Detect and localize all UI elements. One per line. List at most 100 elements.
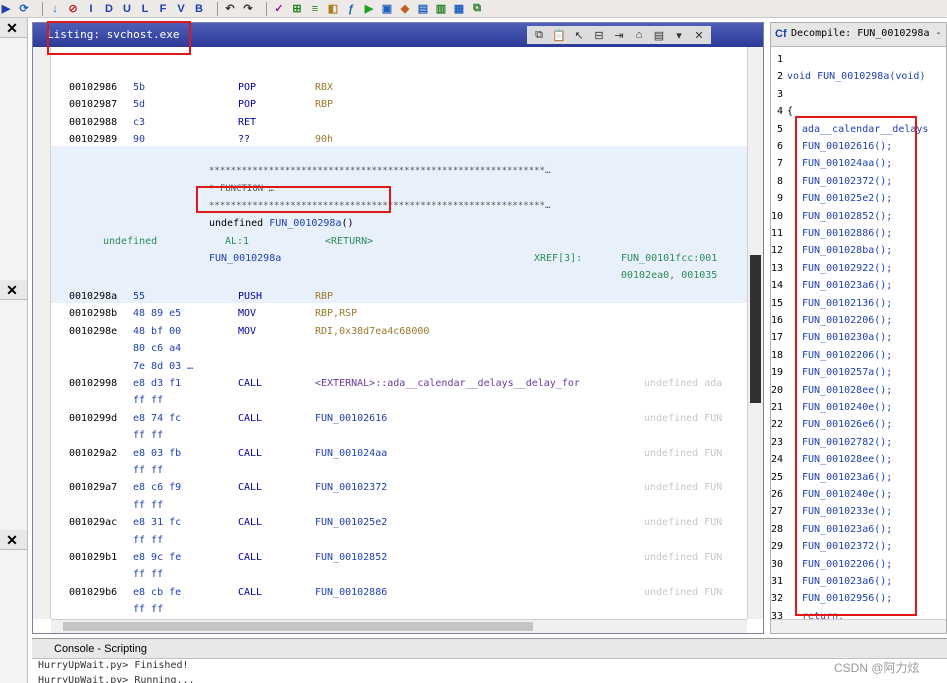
listing-toolbar-button-8[interactable]: ✕ — [691, 27, 707, 43]
close-icon[interactable]: ✕ — [2, 281, 22, 299]
toolbar-button-16[interactable]: ◧ — [327, 1, 339, 17]
close-icon[interactable]: ✕ — [2, 531, 22, 549]
listing-row[interactable]: 001029b6 e8 cb fe CALL FUN_00102886 undefine… — [33, 584, 747, 601]
function-label[interactable]: FUN_0010298a — [209, 253, 281, 264]
toolbar-button-2[interactable]: ↓ — [49, 1, 61, 17]
signature[interactable]: undefined FUN_0010298a() — [209, 218, 354, 229]
row-operand[interactable]: FUN_001025e2 — [315, 514, 387, 531]
row-address: 00102988 — [69, 116, 118, 128]
listing-row[interactable]: 0010298a 55 PUSH RBP — [33, 288, 747, 305]
listing-toolbar-button-2[interactable]: ↖ — [571, 27, 587, 43]
listing-row[interactable]: 001029ac e8 31 fc CALL FUN_001025e2 undefine… — [33, 514, 747, 531]
listing-row[interactable]: 00102998 e8 d3 f1 CALL <EXTERNAL>::ada__cal… — [33, 375, 747, 392]
toolbar-button-21[interactable]: ▤ — [417, 1, 429, 17]
listing-row[interactable]: 00102986 5b POP RBX — [33, 79, 747, 96]
toolbar-button-9[interactable]: V — [175, 1, 187, 17]
row-operand[interactable]: FUN_00102886 — [315, 584, 387, 601]
toolbar-button-8[interactable]: F — [157, 1, 169, 17]
scrollbar-thumb[interactable] — [750, 255, 761, 403]
decompile-line[interactable]: 1 — [771, 51, 946, 68]
toolbar-button-12[interactable]: ↷ — [242, 1, 254, 17]
toolbar-button-5[interactable]: D — [103, 1, 115, 17]
toolbar-button-20[interactable]: ◆ — [399, 1, 411, 17]
toolbar-button-23[interactable]: ▦ — [453, 1, 465, 17]
listing-toolbar-button-1[interactable]: 📋 — [551, 27, 567, 43]
row-bytes: ff ff — [133, 569, 164, 581]
listing-row[interactable]: 0010298b 48 89 e5 MOV RBP,RSP — [33, 305, 747, 322]
listing-toolbar-button-4[interactable]: ⇥ — [611, 27, 627, 43]
decompile-titlebar[interactable]: Cf Decompile: FUN_0010298a - — [771, 23, 946, 47]
listing-row[interactable]: 00102988 c3 RET — [33, 114, 747, 131]
scrollbar-thumb[interactable] — [63, 622, 533, 631]
listing-horizontal-scrollbar[interactable] — [51, 619, 747, 633]
row-bytes: e8 cb fe — [133, 586, 182, 598]
listing-row[interactable]: 7e 8d 03 … — [33, 358, 747, 375]
listing-row[interactable]: 001029b1 e8 9c fe CALL FUN_00102852 undefine… — [33, 549, 747, 566]
toolbar-button-10[interactable]: B — [193, 1, 205, 17]
decompile-horizontal-scrollbar[interactable] — [771, 619, 946, 633]
row-mnemonic: MOV — [238, 308, 257, 320]
row-bytes: ff ff — [133, 499, 164, 511]
listing-row[interactable]: ff ff — [33, 427, 747, 444]
decompile-title: Decompile: FUN_0010298a - — [791, 28, 942, 39]
decompile-line[interactable]: 2 void FUN_0010298a(void) — [771, 68, 946, 85]
listing-row[interactable]: 0010299d e8 74 fc CALL FUN_00102616 undefine… — [33, 410, 747, 427]
main-toolbar: ▶ ⟳ ↓ ⊘ I D U L F V B ↶ ↷ ✓ ⊞ ≡ ◧ ƒ ▶ ▣ ◆ ▤ ▥ ▦ ⧉ — [0, 0, 947, 18]
xref-targets[interactable]: 00102ea0, 001035 — [621, 270, 717, 281]
toolbar-button-22[interactable]: ▥ — [435, 1, 447, 17]
console-title[interactable]: Console - Scripting — [32, 639, 947, 659]
row-address: 00102998 — [69, 378, 118, 389]
listing-toolbar-button-0[interactable]: ⧉ — [531, 27, 547, 43]
listing-row[interactable]: ff ff — [33, 392, 747, 409]
toolbar-button-14[interactable]: ⊞ — [291, 1, 303, 17]
listing-toolbar-button-7[interactable]: ▾ — [671, 27, 687, 43]
listing-row[interactable]: ff ff — [33, 497, 747, 514]
row-operand[interactable]: FUN_001024aa — [315, 445, 387, 462]
toolbar-button-11[interactable]: ↶ — [224, 1, 236, 17]
listing-toolbar-button-3[interactable]: ⊟ — [591, 27, 607, 43]
listing-row[interactable]: ff ff — [33, 462, 747, 479]
code-text[interactable]: void FUN_0010298a(void) — [787, 68, 925, 85]
row-bytes: 7e 8d 03 … — [133, 360, 194, 372]
toolbar-button-6[interactable]: U — [121, 1, 133, 17]
toolbar-button-24[interactable]: ⧉ — [471, 1, 483, 17]
toolbar-button-17[interactable]: ƒ — [345, 1, 357, 17]
listing-row[interactable]: 80 c6 a4 — [33, 340, 747, 357]
close-icon[interactable]: ✕ — [2, 19, 22, 37]
row-operand[interactable]: FUN_00102372 — [315, 479, 387, 496]
toolbar-button-1[interactable]: ⟳ — [18, 1, 30, 17]
xref-targets[interactable]: FUN_00101fcc:001 — [621, 253, 717, 264]
listing-row[interactable]: 0010298e 48 bf 00 MOV RDI,0x38d7ea4c68000 — [33, 323, 747, 340]
line-number: 27 — [771, 506, 784, 518]
toolbar-button-19[interactable]: ▣ — [381, 1, 393, 17]
toolbar-button-15[interactable]: ≡ — [309, 1, 321, 17]
row-operand[interactable]: FUN_00102852 — [315, 549, 387, 566]
row-bytes: 48 bf 00 — [133, 325, 182, 337]
listing-vertical-scrollbar[interactable] — [747, 47, 763, 619]
row-operand[interactable]: FUN_00102616 — [315, 410, 387, 427]
toolbar-button-0[interactable]: ▶ — [0, 1, 12, 17]
listing-row[interactable]: 001029a7 e8 c6 f9 CALL FUN_00102372 undefine… — [33, 479, 747, 496]
listing-toolbar-button-5[interactable]: ⌂ — [631, 27, 647, 43]
listing-row[interactable]: 00102987 5d POP RBP — [33, 96, 747, 113]
toolbar-button-4[interactable]: I — [85, 1, 97, 17]
toolbar-button-18[interactable]: ▶ — [363, 1, 375, 17]
toolbar-button-3[interactable]: ⊘ — [67, 1, 79, 17]
row-address: 0010298a — [69, 291, 118, 302]
code-text[interactable]: { — [787, 103, 793, 120]
listing-body[interactable]: 00102986 5b POP RBX 00102987 5d POP RBP 00102988… — [33, 47, 747, 619]
row-mnemonic: CALL — [238, 412, 263, 424]
listing-row[interactable]: ff ff — [33, 566, 747, 583]
row-bytes: 55 — [133, 291, 146, 302]
row-operand: RBP — [315, 99, 334, 111]
listing-toolbar-button-6[interactable]: ▤ — [651, 27, 667, 43]
line-number: 14 — [771, 280, 784, 292]
listing-row[interactable]: ff ff — [33, 601, 747, 618]
listing-row[interactable]: ff ff — [33, 532, 747, 549]
row-mnemonic: POP — [238, 82, 257, 93]
decompile-line[interactable]: 3 — [771, 86, 946, 103]
listing-row[interactable]: 001029a2 e8 03 fb CALL FUN_001024aa undefine… — [33, 445, 747, 462]
toolbar-button-13[interactable]: ✓ — [273, 1, 285, 17]
toolbar-button-7[interactable]: L — [139, 1, 151, 17]
signature-function-name[interactable]: FUN_0010298a — [269, 218, 341, 229]
